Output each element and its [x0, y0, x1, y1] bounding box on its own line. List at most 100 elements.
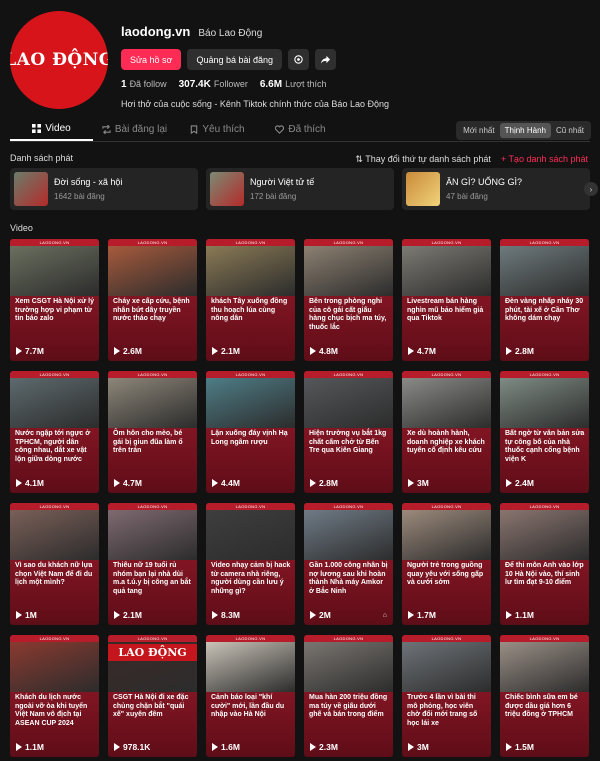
- bio: Hơi thở của cuộc sống - Kênh Tiktok chín…: [121, 99, 389, 109]
- video-thumbnail: [10, 642, 99, 692]
- video-brand-label: LAODONG.VN: [304, 371, 393, 378]
- play-icon: [114, 347, 120, 355]
- tab-liked[interactable]: Đã thích: [259, 118, 342, 141]
- playlist-card[interactable]: ĂN GÌ? UỐNG GÌ? 47 bài đăng: [402, 168, 590, 210]
- video-view-count: 1.5M: [506, 742, 534, 752]
- video-card[interactable]: LAODONG.VN Ôm hôn cho mèo, bé gái bị giun…: [108, 371, 197, 493]
- repost-icon: [102, 125, 111, 134]
- video-thumbnail: [500, 378, 589, 428]
- video-brand-label: LAODONG.VN: [108, 239, 197, 246]
- video-card[interactable]: LAODONG.VN Video nhạy cảm bị hack từ came…: [206, 503, 295, 625]
- video-thumbnail: [402, 642, 491, 692]
- video-grid: LAODONG.VN Xem CSGT Hà Nội xử lý trường h…: [10, 239, 592, 757]
- video-card[interactable]: LAODONG.VN Người trẻ trong guồng quay yêu…: [402, 503, 491, 625]
- video-card[interactable]: LAODONG.VN Cháy xe cấp cứu, bệnh nhân bứt…: [108, 239, 197, 361]
- video-thumbnail: [304, 246, 393, 296]
- video-card[interactable]: LAODONG.VN Mua hàn 200 triệu đồng ma túy …: [304, 635, 393, 757]
- video-brand-label: LAODONG.VN: [304, 503, 393, 510]
- video-card[interactable]: LAODONG.VN Bất ngờ từ văn bản sửa tự công…: [500, 371, 589, 493]
- video-brand-label: LAODONG.VN: [10, 635, 99, 642]
- video-caption: Chiếc bình sữa em bé được dầu giá hơn 6 …: [505, 694, 578, 718]
- video-view-count: 2.8M: [506, 346, 534, 356]
- reorder-playlists-button[interactable]: ⇅ Thay đổi thứ tự danh sách phát: [355, 154, 491, 165]
- video-card[interactable]: LAODONG.VN Hiện trường vụ bắt 1kg chất cấ…: [304, 371, 393, 493]
- video-view-count: 4.8M: [310, 346, 338, 356]
- avatar[interactable]: LAO ĐỘNG: [10, 11, 108, 109]
- play-icon: [506, 611, 512, 619]
- profile-stats: 1 Đã follow 307.4K Follower 6.6M Lượt thích: [121, 79, 591, 90]
- video-card[interactable]: LAODONG.VN Trước 4 lần vì bài thi mô phỏn…: [402, 635, 491, 757]
- play-icon: [310, 743, 316, 751]
- video-card[interactable]: LAODONG.VN khách Tây xuống đồng thu hoạch…: [206, 239, 295, 361]
- video-card[interactable]: LAODONG.VN LAO ĐỘNG CSGT Hà Nội đi xe đặc …: [108, 635, 197, 757]
- video-thumbnail: [206, 510, 295, 560]
- video-view-count: 2.1M: [114, 610, 142, 620]
- sort-popular[interactable]: Thịnh Hành: [499, 123, 551, 138]
- video-brand-label: LAODONG.VN: [206, 239, 295, 246]
- video-view-count: 978.1K: [114, 742, 150, 752]
- playlist-thumbnail: [406, 172, 440, 206]
- play-icon: [310, 611, 316, 619]
- videos-title: Video: [10, 223, 33, 233]
- play-icon: [506, 743, 512, 751]
- video-card[interactable]: LAODONG.VN Đèn vàng nhấp nháy 30 phút, tà…: [500, 239, 589, 361]
- video-card[interactable]: LAODONG.VN Cảnh báo loại "khí cười" mới, …: [206, 635, 295, 757]
- video-brand-label: LAODONG.VN: [500, 503, 589, 510]
- video-caption: Khách du lịch nước ngoài vỡ òa khi tuyển…: [15, 694, 88, 727]
- video-card[interactable]: LAODONG.VN Chiếc bình sữa em bé được dầu …: [500, 635, 589, 757]
- play-icon: [114, 611, 120, 619]
- tab-favorites[interactable]: Yêu thích: [176, 118, 259, 141]
- video-card[interactable]: LAODONG.VN Thiếu nữ 19 tuổi rủ nhóm bạn l…: [108, 503, 197, 625]
- video-caption: khách Tây xuống đồng thu hoạch lúa cùng …: [211, 298, 288, 322]
- tab-videos[interactable]: Video: [10, 118, 93, 141]
- profile-info: laodong.vn Báo Lao Động Sửa hồ sơ Quảng …: [121, 24, 591, 109]
- video-brand-label: LAODONG.VN: [108, 503, 197, 510]
- video-card[interactable]: LAODONG.VN Xem CSGT Hà Nội xử lý trường h…: [10, 239, 99, 361]
- video-view-count: 1M: [16, 610, 37, 620]
- video-card[interactable]: LAODONG.VN Bên trong phòng nghi của cô gá…: [304, 239, 393, 361]
- video-card[interactable]: LAODONG.VN Lặn xuống đáy vịnh Hạ Long ngâ…: [206, 371, 295, 493]
- video-view-count: 2.6M: [114, 346, 142, 356]
- sort-oldest[interactable]: Cũ nhất: [551, 123, 589, 138]
- play-icon: [506, 479, 512, 487]
- video-card[interactable]: LAODONG.VN Để thi môn Anh vào lớp 10 Hà N…: [500, 503, 589, 625]
- video-brand-label: LAODONG.VN: [500, 371, 589, 378]
- play-icon: [408, 611, 414, 619]
- share-button[interactable]: [315, 49, 337, 70]
- video-brand-label: LAODONG.VN: [10, 239, 99, 246]
- video-view-count: 1.7M: [408, 610, 436, 620]
- video-caption: Để thi môn Anh vào lớp 10 Hà Nội vào, th…: [505, 562, 584, 586]
- followers-stat[interactable]: 307.4K Follower: [179, 79, 248, 90]
- video-view-count: 4.1M: [16, 478, 44, 488]
- promote-post-button[interactable]: Quảng bá bài đăng: [187, 49, 283, 70]
- video-caption: Thiếu nữ 19 tuổi rủ nhóm bạn lại nhà dùi…: [113, 562, 191, 595]
- video-brand-label: LAODONG.VN: [402, 503, 491, 510]
- video-view-count: 3M: [408, 478, 429, 488]
- play-icon: [212, 611, 218, 619]
- video-card[interactable]: LAODONG.VN Vì sao du khách nữ lựa chọn Vi…: [10, 503, 99, 625]
- video-thumbnail: [108, 246, 197, 296]
- video-caption: Đèn vàng nhấp nháy 30 phút, tài xế ở Cần…: [505, 298, 584, 322]
- video-card[interactable]: LAODONG.VN Livestream bán hàng nghìn mũ b…: [402, 239, 491, 361]
- tab-reposts[interactable]: Bài đăng lại: [93, 118, 176, 141]
- video-card[interactable]: LAODONG.VN Xe dù hoành hành, doanh nghiệp…: [402, 371, 491, 493]
- play-icon: [16, 479, 22, 487]
- video-thumbnail: [108, 510, 197, 560]
- sort-newest[interactable]: Mới nhất: [458, 123, 499, 138]
- video-card[interactable]: LAODONG.VN Gần 1.000 công nhân bị nợ lươn…: [304, 503, 393, 625]
- settings-button[interactable]: [288, 49, 310, 70]
- following-stat[interactable]: 1 Đã follow: [121, 79, 167, 90]
- playlist-card[interactable]: Người Việt tử tế 172 bài đăng: [206, 168, 394, 210]
- video-card[interactable]: LAODONG.VN Khách du lịch nước ngoài vỡ òa…: [10, 635, 99, 757]
- likes-stat: 6.6M Lượt thích: [259, 79, 327, 90]
- video-caption: Người trẻ trong guồng quay yêu với sống …: [407, 562, 484, 586]
- play-icon: [16, 347, 22, 355]
- video-card[interactable]: LAODONG.VN Nước ngập tới ngực ở TPHCM, ng…: [10, 371, 99, 493]
- play-icon: [310, 347, 316, 355]
- playlist-card[interactable]: Đời sống - xã hội 1642 bài đăng: [10, 168, 198, 210]
- chevron-right-icon[interactable]: ›: [584, 182, 598, 196]
- create-playlist-button[interactable]: + Tạo danh sách phát: [501, 154, 588, 165]
- video-caption: Gần 1.000 công nhân bị nợ lương sau khi …: [309, 562, 388, 595]
- edit-profile-button[interactable]: Sửa hồ sơ: [121, 49, 182, 70]
- bookmark-icon: [191, 125, 198, 134]
